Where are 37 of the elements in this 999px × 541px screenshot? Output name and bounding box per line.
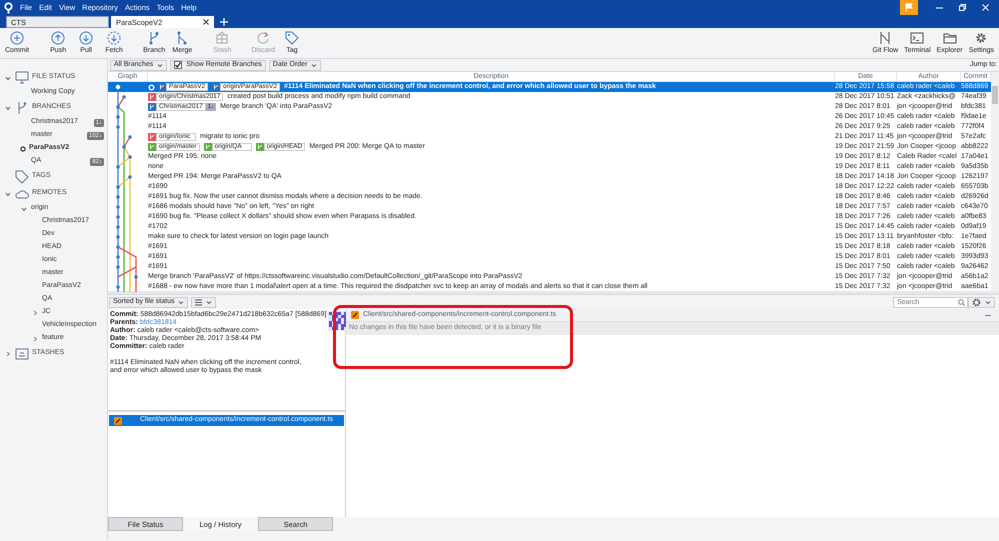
chevron-right-icon[interactable] (32, 310, 38, 316)
modified-file-icon (351, 311, 359, 319)
plus-circle-icon (10, 30, 24, 45)
undo-icon (256, 30, 270, 45)
flag-icon (905, 3, 913, 12)
tag-icon (15, 170, 29, 184)
terminal-icon (910, 30, 924, 45)
settings-dropdown[interactable] (968, 296, 995, 308)
settings-icon (972, 298, 981, 306)
chevron-down-icon[interactable] (5, 190, 11, 196)
checkbox-icon[interactable] (174, 61, 182, 69)
chevron-down-icon[interactable] (5, 74, 11, 80)
merge-icon (175, 30, 190, 45)
chevron-down-icon[interactable] (21, 206, 27, 212)
chevron-down-icon[interactable] (5, 104, 11, 110)
chevron-right-icon[interactable] (32, 336, 38, 342)
modified-file-icon (114, 416, 122, 424)
list-icon (195, 298, 202, 306)
restore-icon[interactable] (959, 4, 966, 11)
view-mode-button[interactable] (191, 296, 216, 308)
plus-icon[interactable] (220, 18, 228, 26)
settings-icon (974, 30, 988, 45)
close-icon[interactable] (203, 19, 209, 25)
folder-icon (942, 30, 957, 45)
caret-icon (206, 300, 212, 304)
monitor-icon (15, 70, 29, 84)
collapse-icon[interactable] (985, 314, 991, 316)
caret-icon (157, 62, 164, 68)
caret-icon (311, 62, 318, 68)
logo-icon (4, 2, 13, 14)
caret-icon (178, 300, 184, 304)
tag-icon (285, 30, 300, 45)
scrollbar[interactable] (991, 72, 999, 292)
caret-icon (985, 300, 991, 304)
chevron-right-icon[interactable] (5, 350, 11, 356)
stash-icon (15, 346, 29, 360)
box-icon (215, 30, 230, 45)
